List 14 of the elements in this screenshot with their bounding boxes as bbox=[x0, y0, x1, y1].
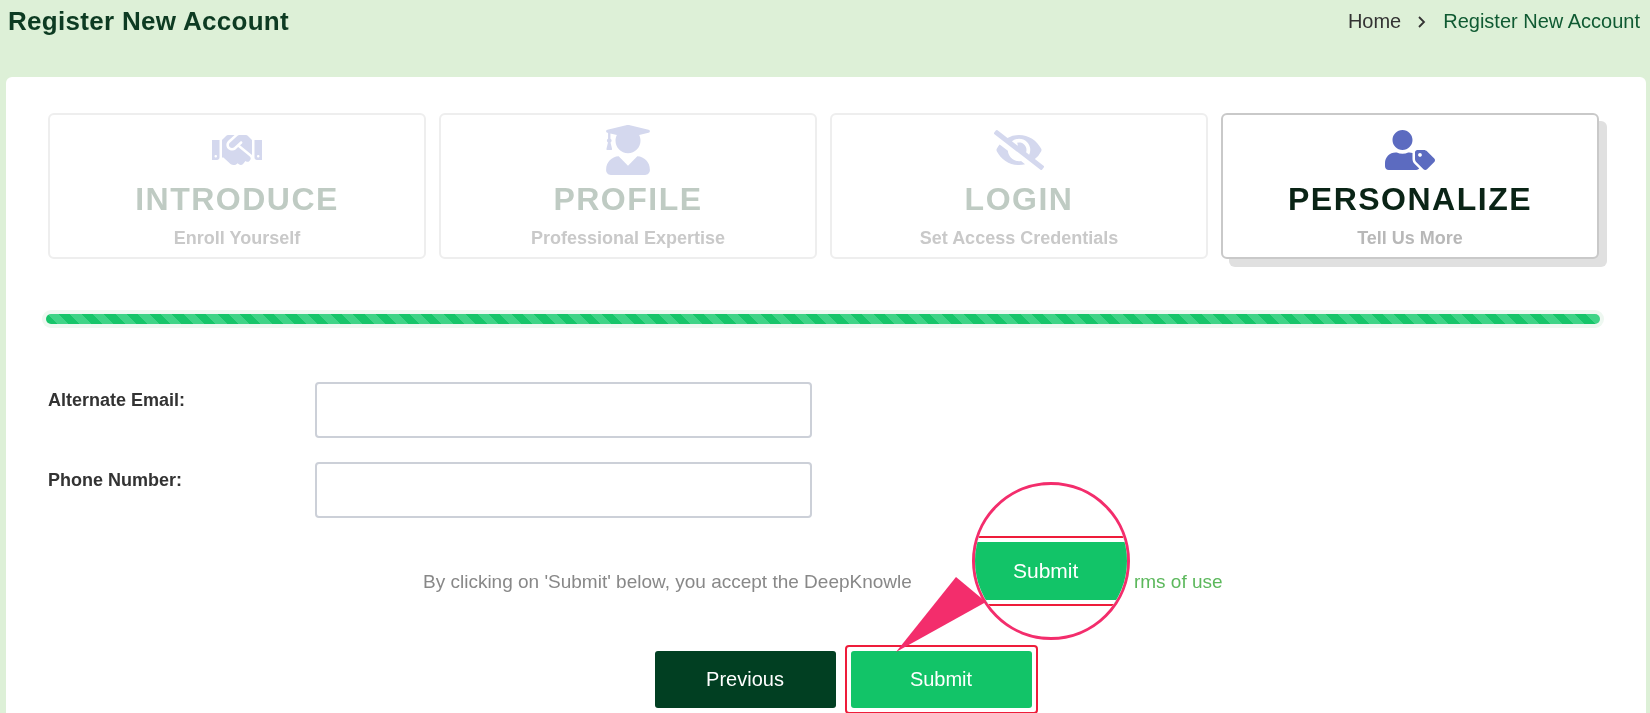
field-label: Alternate Email: bbox=[48, 389, 187, 411]
terms-link[interactable]: rms of use bbox=[1133, 571, 1223, 592]
submit-button[interactable]: Submit bbox=[850, 651, 1032, 708]
page-title: Register New Account bbox=[8, 6, 289, 37]
field-label: Phone Number: bbox=[48, 469, 183, 491]
graduate-icon bbox=[603, 125, 653, 175]
previous-button[interactable]: Previous bbox=[654, 651, 836, 708]
breadcrumb-link[interactable]: Register New Account bbox=[1443, 10, 1640, 33]
input-field[interactable] bbox=[315, 382, 812, 438]
terms-text: By clicking on 'Submit' below, you accept the DeepKnowle bbox=[423, 571, 912, 592]
chevron-icon bbox=[1417, 15, 1428, 28]
button-label: Submit bbox=[1013, 559, 1079, 583]
input-field[interactable] bbox=[315, 462, 812, 518]
breadcrumb-link[interactable]: Home bbox=[1347, 10, 1402, 33]
